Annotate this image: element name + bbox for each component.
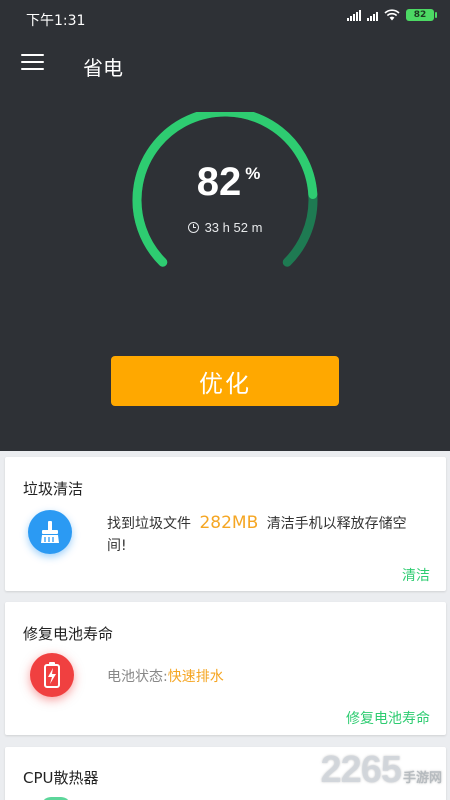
hamburger-menu-icon[interactable] <box>21 54 44 72</box>
optimize-button[interactable]: 优化 <box>111 356 339 406</box>
toolbar: 省电 <box>0 44 450 84</box>
junk-clean-title: 垃圾清洁 <box>23 480 84 498</box>
battery-status-value: 快速排水 <box>167 669 224 685</box>
battery-charging-icon <box>30 653 74 697</box>
cpu-cooler-title: CPU散热器 <box>23 769 99 787</box>
repair-battery-button[interactable]: 修复电池寿命 <box>346 708 430 728</box>
page-title: 省电 <box>83 56 123 80</box>
clock-icon <box>187 222 199 233</box>
battery-status-icon: 82 <box>406 9 437 21</box>
battery-repair-card: 修复电池寿命 电池状态:快速排水 修复电池寿命 <box>5 602 446 735</box>
time-remaining: 33 h 52 m <box>125 220 325 235</box>
signal-icon <box>347 9 361 21</box>
header-panel: 下午1:31 82 省电 82 % 33 h 52 m 优化 <box>0 0 450 451</box>
junk-clean-card: 垃圾清洁 找到垃圾文件 282MB 清洁手机以释放存储空间! 清洁 <box>5 457 446 591</box>
broom-icon <box>28 510 72 554</box>
junk-desc-prefix: 找到垃圾文件 <box>107 516 191 532</box>
status-icons: 82 <box>347 9 437 21</box>
wifi-icon <box>384 9 400 21</box>
time-remaining-value: 33 h 52 m <box>204 220 263 235</box>
battery-repair-title: 修复电池寿命 <box>23 625 114 643</box>
battery-gauge: 82% 33 h 52 m <box>125 112 325 287</box>
signal-icon-2 <box>367 9 378 21</box>
battery-status: 电池状态:快速排水 <box>107 666 224 686</box>
status-bar: 下午1:31 82 <box>0 0 450 36</box>
junk-clean-description: 找到垃圾文件 282MB 清洁手机以释放存储空间! <box>107 512 417 557</box>
junk-size: 282MB <box>199 513 259 533</box>
watermark-logo: 2265 手游网 <box>320 749 442 791</box>
battery-percent-value: 82 <box>196 160 242 204</box>
status-time: 下午1:31 <box>26 13 86 29</box>
battery-status-label: 电池状态: <box>107 669 168 685</box>
clean-button[interactable]: 清洁 <box>402 565 430 585</box>
percent-sign: % <box>245 164 261 183</box>
battery-percent: 82% <box>125 160 325 205</box>
